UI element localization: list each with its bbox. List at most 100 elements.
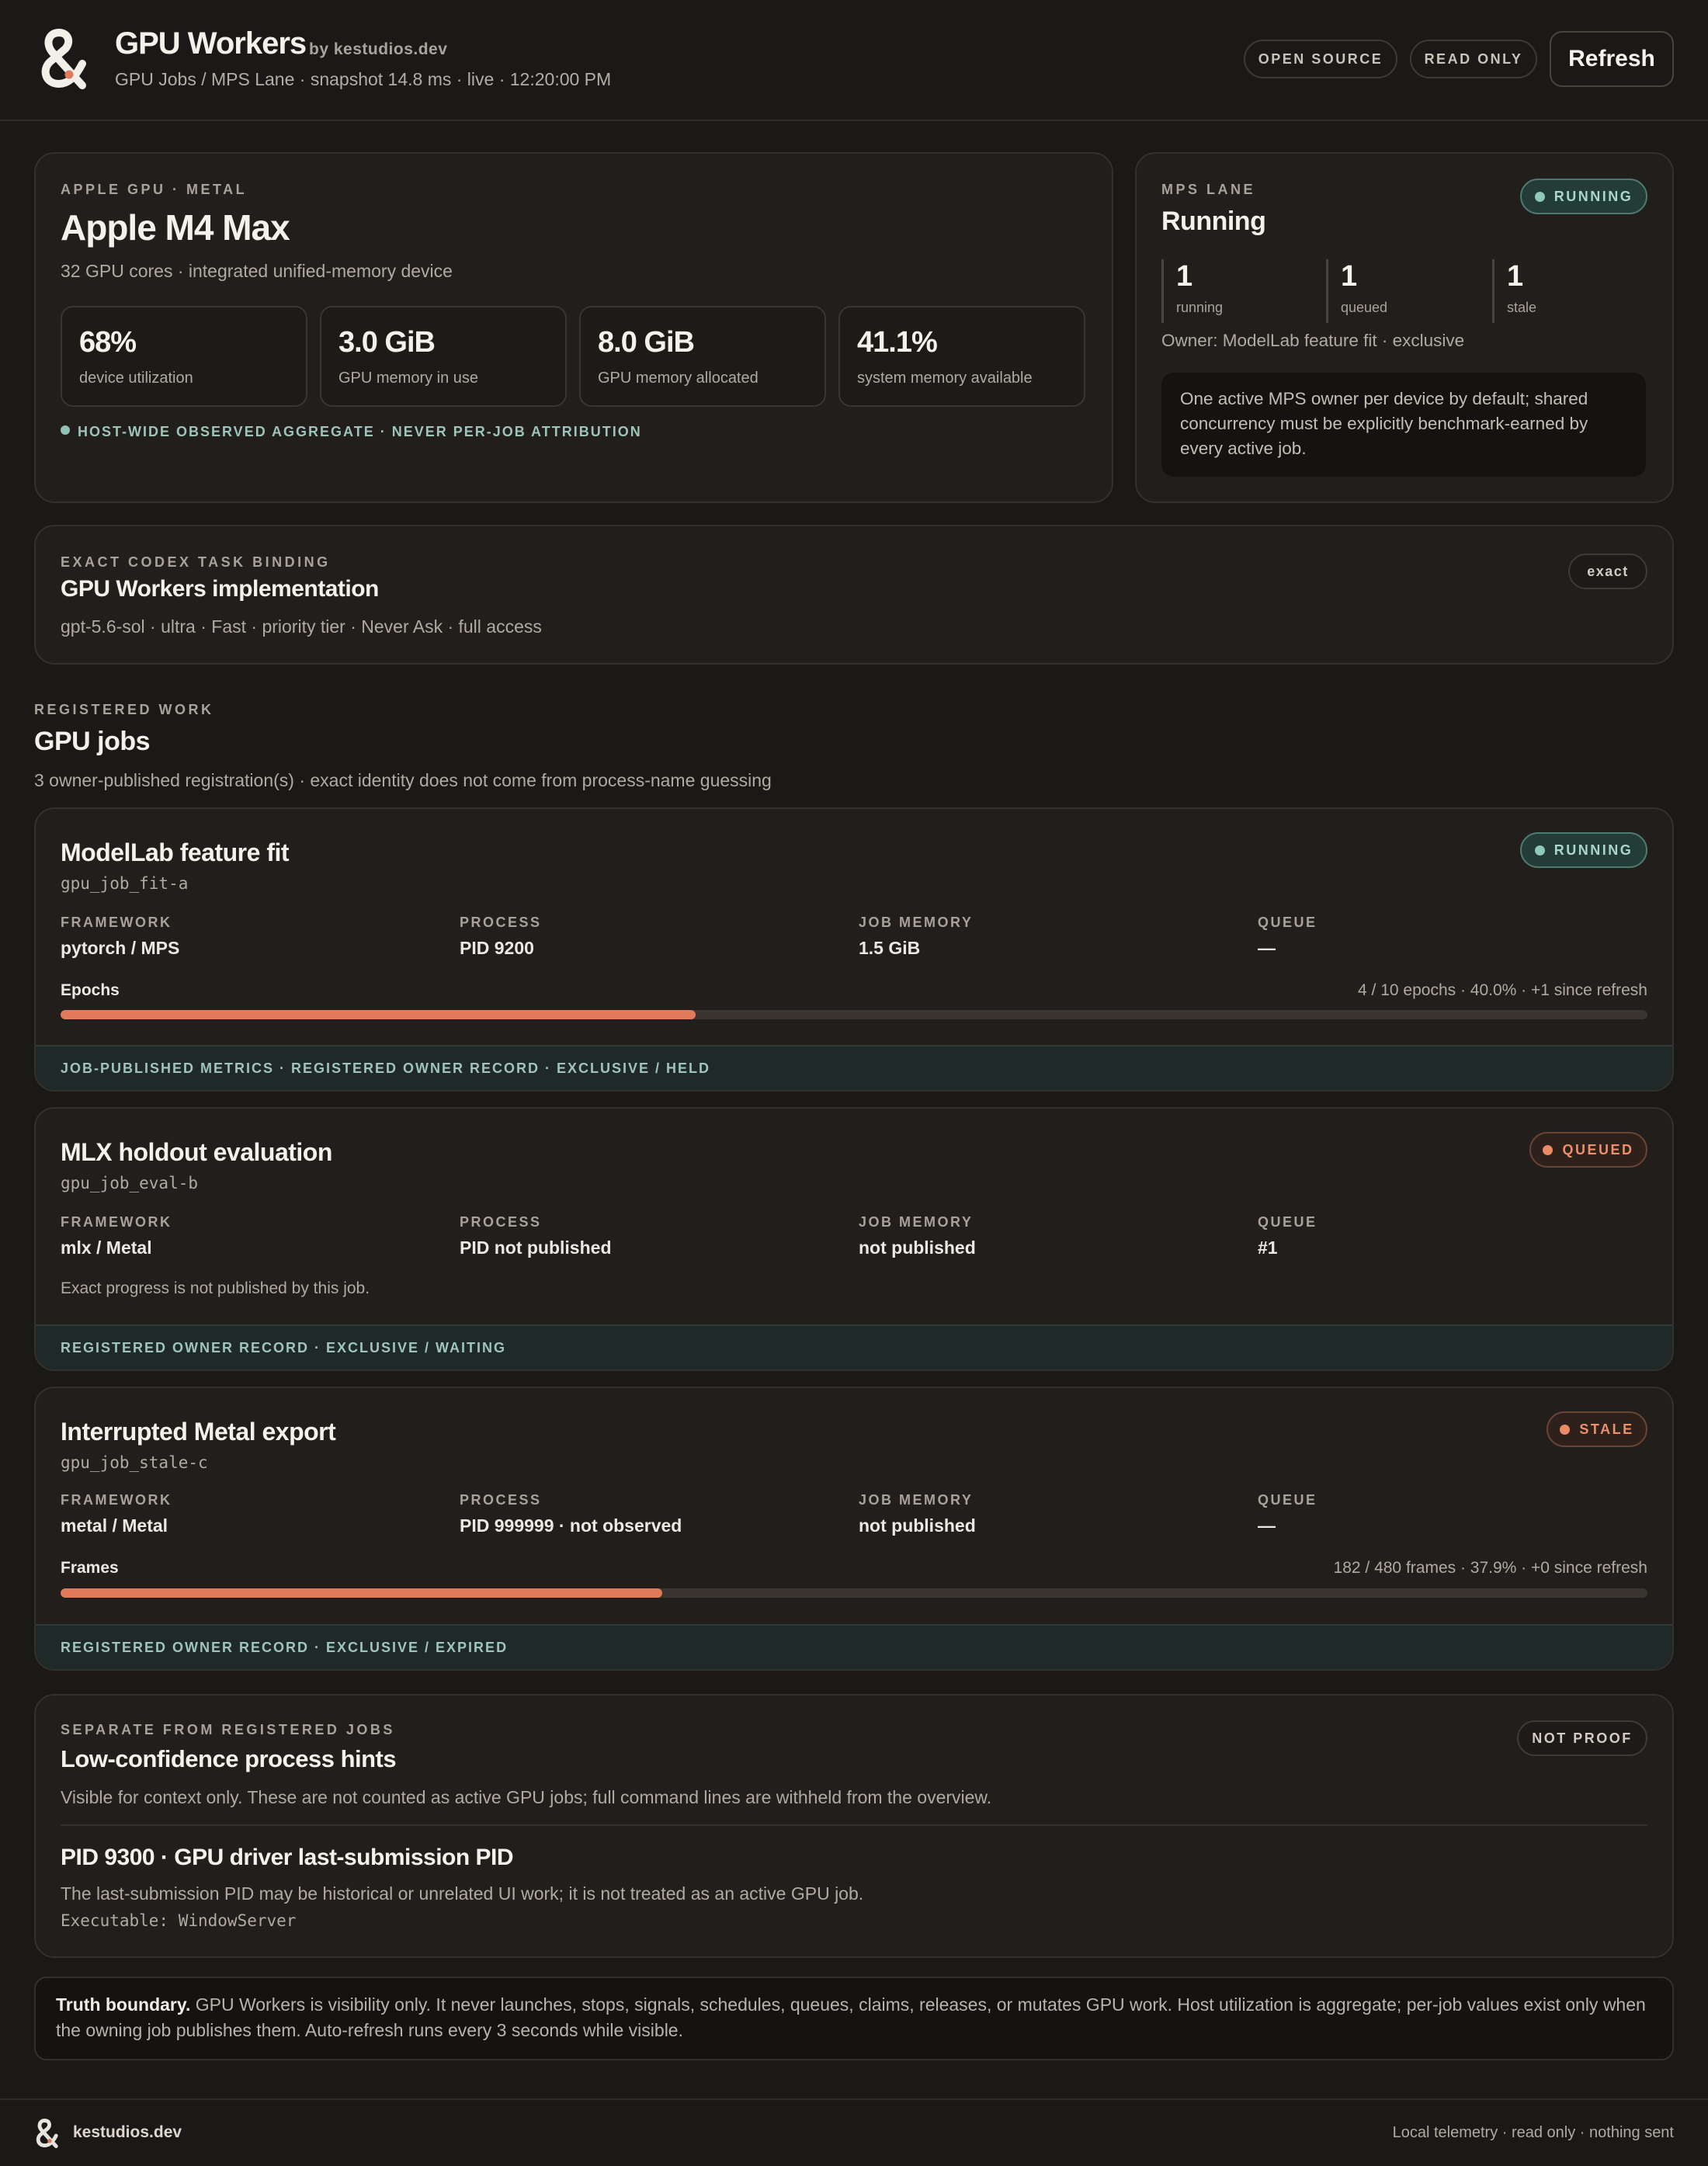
app-subtitle: GPU Jobs / MPS Lane · snapshot 14.8 ms ·…: [115, 69, 612, 89]
process-label: PROCESS: [460, 1492, 542, 1508]
stat-label: device utilization: [79, 370, 193, 387]
ampersand-logo-icon: [41, 29, 86, 89]
mps-status-badge: RUNNING: [1520, 179, 1647, 214]
device-description: 32 GPU cores · integrated unified-memory…: [61, 261, 453, 281]
hint-item-title: PID 9300 · GPU driver last-submission PI…: [61, 1845, 514, 1870]
job-title: MLX holdout evaluation: [61, 1138, 332, 1166]
job-title: Interrupted Metal export: [61, 1418, 336, 1446]
mps-eyebrow: MPS LANE: [1161, 182, 1256, 197]
jobs-subtitle: 3 owner-published registration(s) · exac…: [34, 770, 772, 790]
job-id: gpu_job_fit-a: [61, 874, 189, 893]
hints-title: Low-confidence process hints: [61, 1745, 397, 1772]
memory-value: 1.5 GiB: [859, 938, 921, 958]
truth-lead: Truth boundary.: [56, 1994, 191, 2015]
job-id: gpu_job_eval-b: [61, 1174, 199, 1192]
aggregate-note-text: HOST-WIDE OBSERVED AGGREGATE · NEVER PER…: [78, 424, 642, 439]
badge-text: STALE: [1579, 1421, 1634, 1437]
queue-value: #1: [1258, 1237, 1278, 1258]
app-title: GPU Workers: [115, 26, 307, 61]
stat-label: GPU memory in use: [338, 370, 479, 387]
memory-label: JOB MEMORY: [859, 1214, 974, 1230]
memory-value: not published: [859, 1237, 976, 1258]
count-queued: 1 queued: [1326, 259, 1387, 323]
badge-text: QUEUED: [1562, 1141, 1634, 1158]
job-footer: JOB-PUBLISHED METRICS · REGISTERED OWNER…: [36, 1045, 1672, 1090]
progress-meta: 182 / 480 frames · 37.9% · +0 since refr…: [1333, 1559, 1647, 1577]
framework-label: FRAMEWORK: [61, 1492, 172, 1508]
open-source-pill: OPEN SOURCE: [1244, 40, 1397, 78]
mps-owner: Owner: ModelLab feature fit · exclusive: [1161, 331, 1465, 350]
stat-gpu-memory-allocated: 8.0 GiB GPU memory allocated: [579, 306, 826, 407]
queue-label: QUEUE: [1258, 915, 1317, 930]
truth-text: GPU Workers is visibility only. It never…: [56, 1994, 1646, 2040]
memory-value: not published: [859, 1515, 976, 1536]
job-status-badge: STALE: [1547, 1411, 1647, 1447]
job-id: gpu_job_stale-c: [61, 1453, 208, 1472]
job-footer: REGISTERED OWNER RECORD · EXCLUSIVE / EX…: [36, 1624, 1672, 1669]
stat-label: GPU memory allocated: [598, 370, 759, 387]
count-stale: 1 stale: [1492, 259, 1536, 323]
count-label: running: [1176, 300, 1224, 315]
refresh-button[interactable]: Refresh: [1550, 31, 1674, 87]
binding-detail: gpt-5.6-sol · ultra · Fast · priority ti…: [61, 616, 542, 637]
footer-brand[interactable]: kestudios.dev: [73, 2123, 182, 2142]
jobs-eyebrow: REGISTERED WORK: [34, 702, 214, 717]
mps-state: Running: [1161, 207, 1266, 236]
queue-value: —: [1258, 938, 1276, 958]
job-title: ModelLab feature fit: [61, 838, 290, 866]
stat-value: 3.0 GiB: [338, 326, 436, 359]
process-value: PID 999999 · not observed: [460, 1515, 682, 1536]
job-status-badge: QUEUED: [1529, 1132, 1647, 1168]
progress-fill: [61, 1010, 696, 1019]
aggregate-note: HOST-WIDE OBSERVED AGGREGATE · NEVER PER…: [61, 424, 642, 440]
binding-exact-badge: exact: [1568, 554, 1647, 589]
count-running: 1 running: [1161, 259, 1223, 323]
framework-value: mlx / Metal: [61, 1237, 152, 1258]
read-only-pill: READ ONLY: [1410, 40, 1537, 78]
count-value: 1: [1507, 260, 1524, 293]
framework-value: metal / Metal: [61, 1515, 168, 1536]
stat-gpu-memory-in-use: 3.0 GiB GPU memory in use: [320, 306, 567, 407]
progress-meta: 4 / 10 epochs · 40.0% · +1 since refresh: [1358, 981, 1647, 999]
running-dot-icon: [1534, 191, 1545, 202]
stat-label: system memory available: [857, 370, 1033, 387]
count-value: 1: [1341, 260, 1358, 293]
hint-item-detail: The last-submission PID may be historica…: [61, 1883, 864, 1904]
job-status-badge: RUNNING: [1520, 832, 1647, 868]
queue-label: QUEUE: [1258, 1214, 1317, 1230]
count-label: stale: [1507, 300, 1537, 315]
mps-policy-note: One active MPS owner per device by defau…: [1161, 373, 1646, 477]
stat-value: 8.0 GiB: [598, 326, 695, 359]
job-footer: REGISTERED OWNER RECORD · EXCLUSIVE / WA…: [36, 1324, 1672, 1369]
progress-fill: [61, 1588, 662, 1598]
memory-label: JOB MEMORY: [859, 915, 974, 930]
device-name: Apple M4 Max: [61, 207, 290, 248]
not-proof-badge: NOT PROOF: [1517, 1720, 1647, 1756]
queue-value: —: [1258, 1515, 1276, 1536]
process-value: PID 9200: [460, 938, 534, 958]
count-value: 1: [1176, 260, 1193, 293]
app-header: GPU Workers by kestudios.dev GPU Jobs / …: [0, 0, 1708, 121]
stat-system-memory-available: 41.1% system memory available: [838, 306, 1085, 407]
progress-track: [61, 1588, 1647, 1598]
framework-label: FRAMEWORK: [61, 1214, 172, 1230]
app-byline: by kestudios.dev: [309, 40, 448, 58]
hints-subtitle: Visible for context only. These are not …: [61, 1787, 992, 1807]
queue-label: QUEUE: [1258, 1492, 1317, 1508]
queued-dot-icon: [1543, 1144, 1554, 1155]
stat-value: 68%: [79, 326, 137, 359]
stat-value: 41.1%: [857, 326, 938, 359]
divider: [61, 1824, 1647, 1826]
process-value: PID not published: [460, 1237, 612, 1258]
process-label: PROCESS: [460, 915, 542, 930]
jobs-title: GPU jobs: [34, 727, 151, 756]
device-eyebrow: APPLE GPU · METAL: [61, 182, 248, 197]
count-label: queued: [1341, 300, 1388, 315]
badge-text: RUNNING: [1554, 188, 1633, 204]
progress-label: Frames: [61, 1559, 119, 1577]
progress-unpublished-note: Exact progress is not published by this …: [61, 1279, 370, 1297]
footer-status: Local telemetry · read only · nothing se…: [1392, 2124, 1674, 2141]
progress-track: [61, 1010, 1647, 1019]
running-dot-icon: [1534, 845, 1545, 856]
memory-label: JOB MEMORY: [859, 1492, 974, 1508]
